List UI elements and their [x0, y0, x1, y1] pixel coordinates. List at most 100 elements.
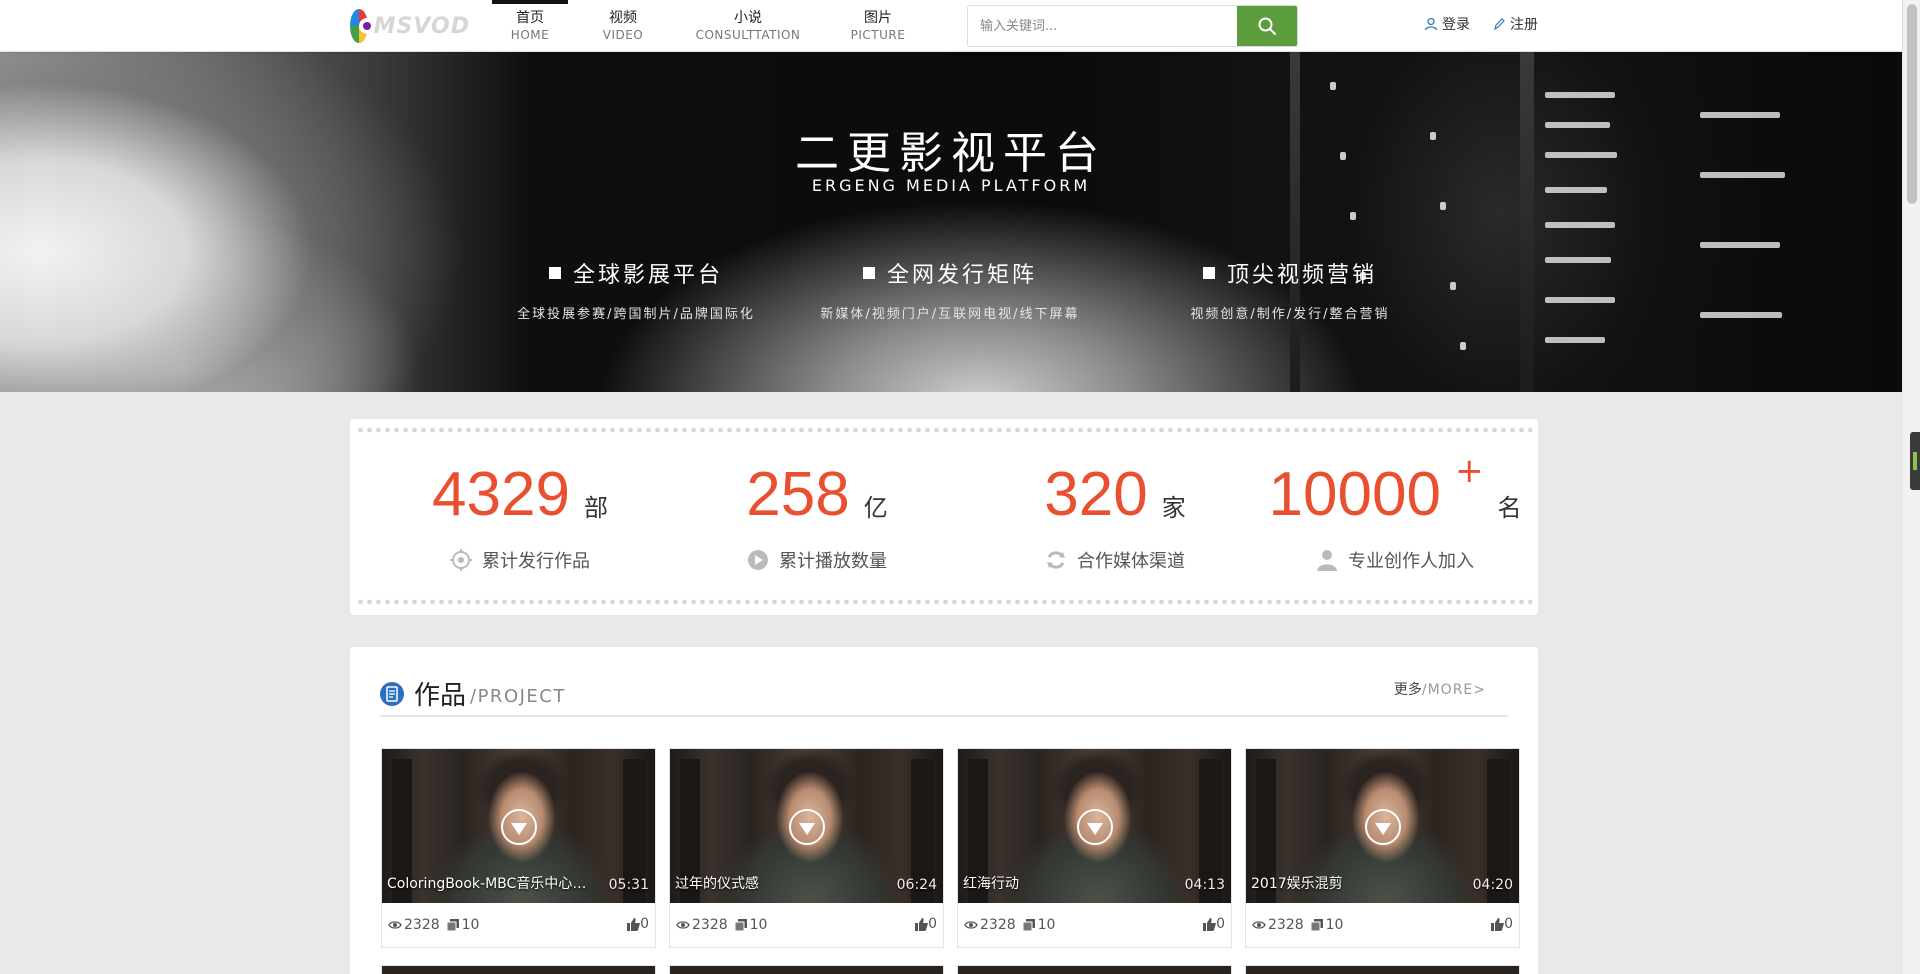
stat-label: 累计播放数量: [779, 551, 887, 572]
video-card[interactable]: 2017娱乐混剪 04:20 2328 10 0: [1245, 748, 1520, 948]
pencil-icon: [1494, 18, 1505, 31]
scrollbar-thumb[interactable]: [1907, 4, 1917, 204]
view-count: 2328: [404, 917, 440, 933]
video-card[interactable]: 过年的仪式感 06:24 2328 10 0: [669, 748, 944, 948]
play-icon[interactable]: [501, 809, 537, 845]
feature-title: 全球影展平台: [486, 257, 786, 289]
video-card[interactable]: [381, 965, 656, 974]
stat-number: 4329: [432, 460, 570, 529]
video-title: 过年的仪式感: [675, 876, 759, 892]
play-circle-icon: [748, 550, 768, 570]
video-meta: 2328 10 0: [1246, 903, 1519, 947]
project-title-en: /PROJECT: [470, 686, 566, 707]
stat-creators: 10000 + 名 专业创作人加入: [1250, 449, 1540, 573]
document-icon: [380, 681, 404, 706]
nav-item-picture[interactable]: 图片 PICTURE: [818, 0, 938, 52]
view-count: 2328: [1268, 917, 1304, 933]
more-link[interactable]: 更多/MORE>: [1394, 679, 1486, 699]
project-title-cn: 作品: [414, 681, 467, 711]
item-count: 10: [749, 917, 768, 933]
view-count: 2328: [980, 917, 1016, 933]
video-duration: 04:13: [1184, 877, 1225, 893]
stat-unit: 部: [583, 494, 608, 522]
register-link[interactable]: 注册: [1492, 14, 1538, 34]
banner-title: 二更影视平台: [795, 128, 1107, 179]
banner-decoration: [1440, 202, 1446, 210]
feature-title: 全网发行矩阵: [800, 257, 1100, 289]
like-button[interactable]: 0: [1203, 916, 1225, 932]
stat-number: 320: [1044, 460, 1148, 529]
person-icon: [1317, 550, 1337, 571]
stat-label: 合作媒体渠道: [1077, 551, 1185, 572]
sync-icon: [1047, 551, 1065, 569]
nav-sublabel: PICTURE: [850, 28, 906, 42]
banner-decoration: [1520, 52, 1534, 392]
video-thumbnail[interactable]: 2017娱乐混剪 04:20: [1246, 749, 1519, 903]
main-nav: 首页 HOME 视频 VIDEO 小说 CONSULTTATION 图片 PIC…: [492, 0, 938, 52]
nav-sublabel: HOME: [510, 28, 550, 42]
video-card[interactable]: ColoringBook-MBC音乐中心直拍 05:31 2328 10 0: [381, 748, 656, 948]
search-input[interactable]: [968, 6, 1238, 46]
video-grid-row-2: [381, 965, 1533, 974]
item-count: 10: [1037, 917, 1056, 933]
video-thumbnail[interactable]: 过年的仪式感 06:24: [670, 749, 943, 903]
site-logo[interactable]: MSVOD: [350, 6, 470, 46]
thumbs-up-icon: [627, 917, 640, 931]
side-float-widget[interactable]: [1910, 432, 1920, 490]
user-links: 登录 注册: [1424, 14, 1560, 34]
video-thumbnail[interactable]: 红海行动 04:13: [958, 749, 1231, 903]
item-count: 10: [1325, 917, 1344, 933]
top-header: MSVOD 首页 HOME 视频 VIDEO 小说 CONSULTTATION …: [0, 0, 1902, 52]
stat-number: 258: [746, 460, 850, 529]
nav-item-home[interactable]: 首页 HOME: [492, 0, 568, 52]
nav-item-video[interactable]: 视频 VIDEO: [568, 0, 678, 52]
nav-sublabel: VIDEO: [602, 28, 644, 42]
logo-text: MSVOD: [373, 13, 470, 39]
video-title: 2017娱乐混剪: [1251, 876, 1343, 892]
play-icon[interactable]: [1365, 809, 1401, 845]
feature-desc: 全球投展参赛/跨国制片/品牌国际化: [517, 307, 755, 322]
stat-works: 4329 部 累计发行作品: [375, 449, 665, 573]
like-count: 0: [1216, 916, 1225, 932]
like-button[interactable]: 0: [627, 916, 649, 932]
video-thumbnail[interactable]: ColoringBook-MBC音乐中心直拍 05:31: [382, 749, 655, 903]
video-card[interactable]: [669, 965, 944, 974]
eye-icon: [388, 921, 402, 929]
stat-unit: 名: [1497, 494, 1522, 522]
banner-decoration: [1545, 297, 1615, 303]
nav-label: 图片: [864, 10, 892, 26]
eye-icon: [964, 921, 978, 929]
like-button[interactable]: 0: [915, 916, 937, 932]
nav-item-novel[interactable]: 小说 CONSULTTATION: [678, 0, 818, 52]
play-icon[interactable]: [789, 809, 825, 845]
target-icon: [450, 549, 472, 571]
play-icon[interactable]: [1077, 809, 1113, 845]
stat-plus: +: [1454, 451, 1484, 491]
stack-icon: [1022, 919, 1035, 931]
login-link[interactable]: 登录: [1424, 14, 1470, 34]
banner-decoration: [1290, 52, 1300, 392]
project-header: 作品 /PROJECT 更多/MORE>: [380, 673, 1508, 717]
thumbs-up-icon: [1203, 917, 1216, 931]
video-meta: 2328 10 0: [382, 903, 655, 947]
nav-label: 视频: [609, 10, 637, 26]
stack-icon: [446, 919, 459, 931]
video-card[interactable]: [1245, 965, 1520, 974]
search-button[interactable]: [1237, 6, 1297, 46]
eye-icon: [1252, 921, 1266, 929]
video-duration: 06:24: [896, 877, 937, 893]
nav-label: 小说: [734, 10, 762, 26]
feature-block: 全球影展平台 全球投展参赛/跨国制片/品牌国际化: [486, 257, 786, 322]
feature-block: 全网发行矩阵 新媒体/视频门户/互联网电视/线下屏幕: [800, 257, 1100, 322]
user-icon: [1424, 17, 1438, 31]
project-title: 作品 /PROJECT: [380, 675, 566, 712]
like-button[interactable]: 0: [1491, 916, 1513, 932]
stat-channels: 320 家 合作媒体渠道: [970, 449, 1260, 573]
banner-decoration: [1330, 82, 1336, 90]
video-card[interactable]: 红海行动 04:13 2328 10 0: [957, 748, 1232, 948]
stack-icon: [1310, 919, 1323, 931]
video-meta: 2328 10 0: [958, 903, 1231, 947]
feature-desc: 新媒体/视频门户/互联网电视/线下屏幕: [820, 307, 1080, 322]
item-count: 10: [461, 917, 480, 933]
video-card[interactable]: [957, 965, 1232, 974]
